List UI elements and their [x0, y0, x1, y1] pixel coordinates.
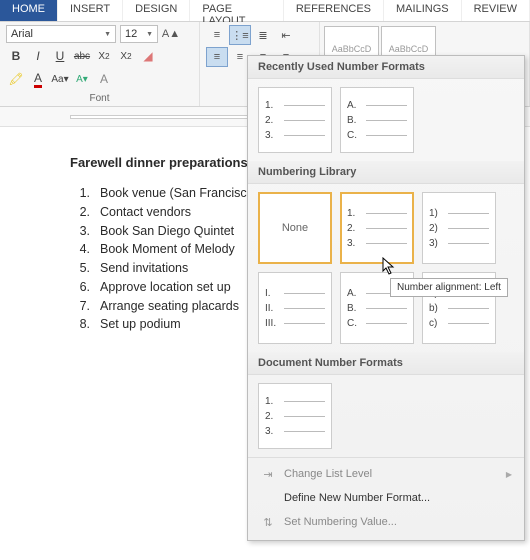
number-format-tile[interactable]: I.II.III. [258, 272, 332, 344]
change-level-label: Change List Level [284, 468, 372, 480]
subscript-button[interactable]: X2 [94, 46, 114, 66]
text-highlight-button[interactable]: 🖍 [6, 69, 26, 89]
recent-formats-grid: 1.2.3.A.B.C. [248, 79, 524, 161]
numbering-dropdown: Recently Used Number Formats 1.2.3.A.B.C… [247, 55, 525, 541]
list-num-icon: ⇅ [260, 514, 276, 530]
tab-page-layout[interactable]: PAGE LAYOUT [190, 0, 284, 21]
align-left-button[interactable]: ≡ [206, 47, 228, 67]
font-size-select[interactable]: 12 ▼ [120, 25, 158, 43]
font-size-value: 12 [125, 28, 137, 40]
tooltip: Number alignment: Left [390, 278, 508, 297]
define-new-label: Define New Number Format... [284, 492, 430, 504]
set-value-label: Set Numbering Value... [284, 516, 397, 528]
chevron-down-icon: ▼ [146, 31, 153, 38]
dropdown-footer: ⇥ Change List Level ▶ Define New Number … [248, 457, 524, 540]
chevron-down-icon: ▼ [104, 31, 111, 38]
grow-font-button[interactable]: A▲ [162, 25, 180, 43]
underline-button[interactable]: U [50, 46, 70, 66]
ribbon-tabs: HOMEINSERTDESIGNPAGE LAYOUTREFERENCESMAI… [0, 0, 530, 22]
number-format-tile[interactable]: 1)2)3) [422, 192, 496, 264]
font-name-select[interactable]: Arial ▼ [6, 25, 116, 43]
number-format-tile[interactable]: A.B.C. [340, 87, 414, 153]
font-name-value: Arial [11, 28, 33, 40]
tab-insert[interactable]: INSERT [58, 0, 123, 21]
multilevel-button[interactable]: ≣ [252, 25, 274, 45]
set-numbering-value-item[interactable]: ⇅ Set Numbering Value... [248, 510, 524, 534]
change-case-button[interactable]: Aa▾ [50, 69, 70, 89]
text-effects-button[interactable]: A▾ [72, 69, 92, 89]
library-formats-grid: None1.2.3.1)2)3)I.II.III.A.B.C.a)b)c) [248, 184, 524, 352]
number-format-tile[interactable]: None [258, 192, 332, 264]
font-group: Arial ▼ 12 ▼ A▲ B I U abc X2 X2 ◢ 🖍 A Aa… [0, 22, 200, 106]
numbering-button[interactable]: ⋮≡ [229, 25, 251, 45]
bold-button[interactable]: B [6, 46, 26, 66]
superscript-button[interactable]: X2 [116, 46, 136, 66]
tab-review[interactable]: REVIEW [462, 0, 530, 21]
indent-icon: ⇥ [260, 466, 276, 482]
chevron-right-icon: ▶ [506, 470, 512, 479]
dropdown-section-library: Numbering Library [248, 161, 524, 184]
tab-mailings[interactable]: MAILINGS [384, 0, 462, 21]
bullets-button[interactable]: ≡ [206, 25, 228, 45]
tab-design[interactable]: DESIGN [123, 0, 190, 21]
define-new-format-item[interactable]: Define New Number Format... [248, 486, 524, 510]
font-group-label: Font [6, 91, 193, 104]
decrease-indent-button[interactable]: ⇤ [275, 25, 297, 45]
dropdown-section-recent: Recently Used Number Formats [248, 56, 524, 79]
number-format-tile[interactable]: 1.2.3. [258, 383, 332, 449]
tab-home[interactable]: HOME [0, 0, 58, 21]
doc-formats-grid: 1.2.3. [248, 375, 524, 457]
dropdown-section-doc: Document Number Formats [248, 352, 524, 375]
change-list-level-item[interactable]: ⇥ Change List Level ▶ [248, 462, 524, 486]
font-color-button[interactable]: A [28, 69, 48, 89]
tab-references[interactable]: REFERENCES [284, 0, 384, 21]
number-format-tile[interactable]: 1.2.3. [258, 87, 332, 153]
clear-format-button[interactable]: ◢ [138, 46, 158, 66]
number-format-tile[interactable]: 1.2.3. [340, 192, 414, 264]
italic-button[interactable]: I [28, 46, 48, 66]
char-shading-button[interactable]: A [94, 69, 114, 89]
strikethrough-button[interactable]: abc [72, 46, 92, 66]
blank-icon [260, 490, 276, 506]
